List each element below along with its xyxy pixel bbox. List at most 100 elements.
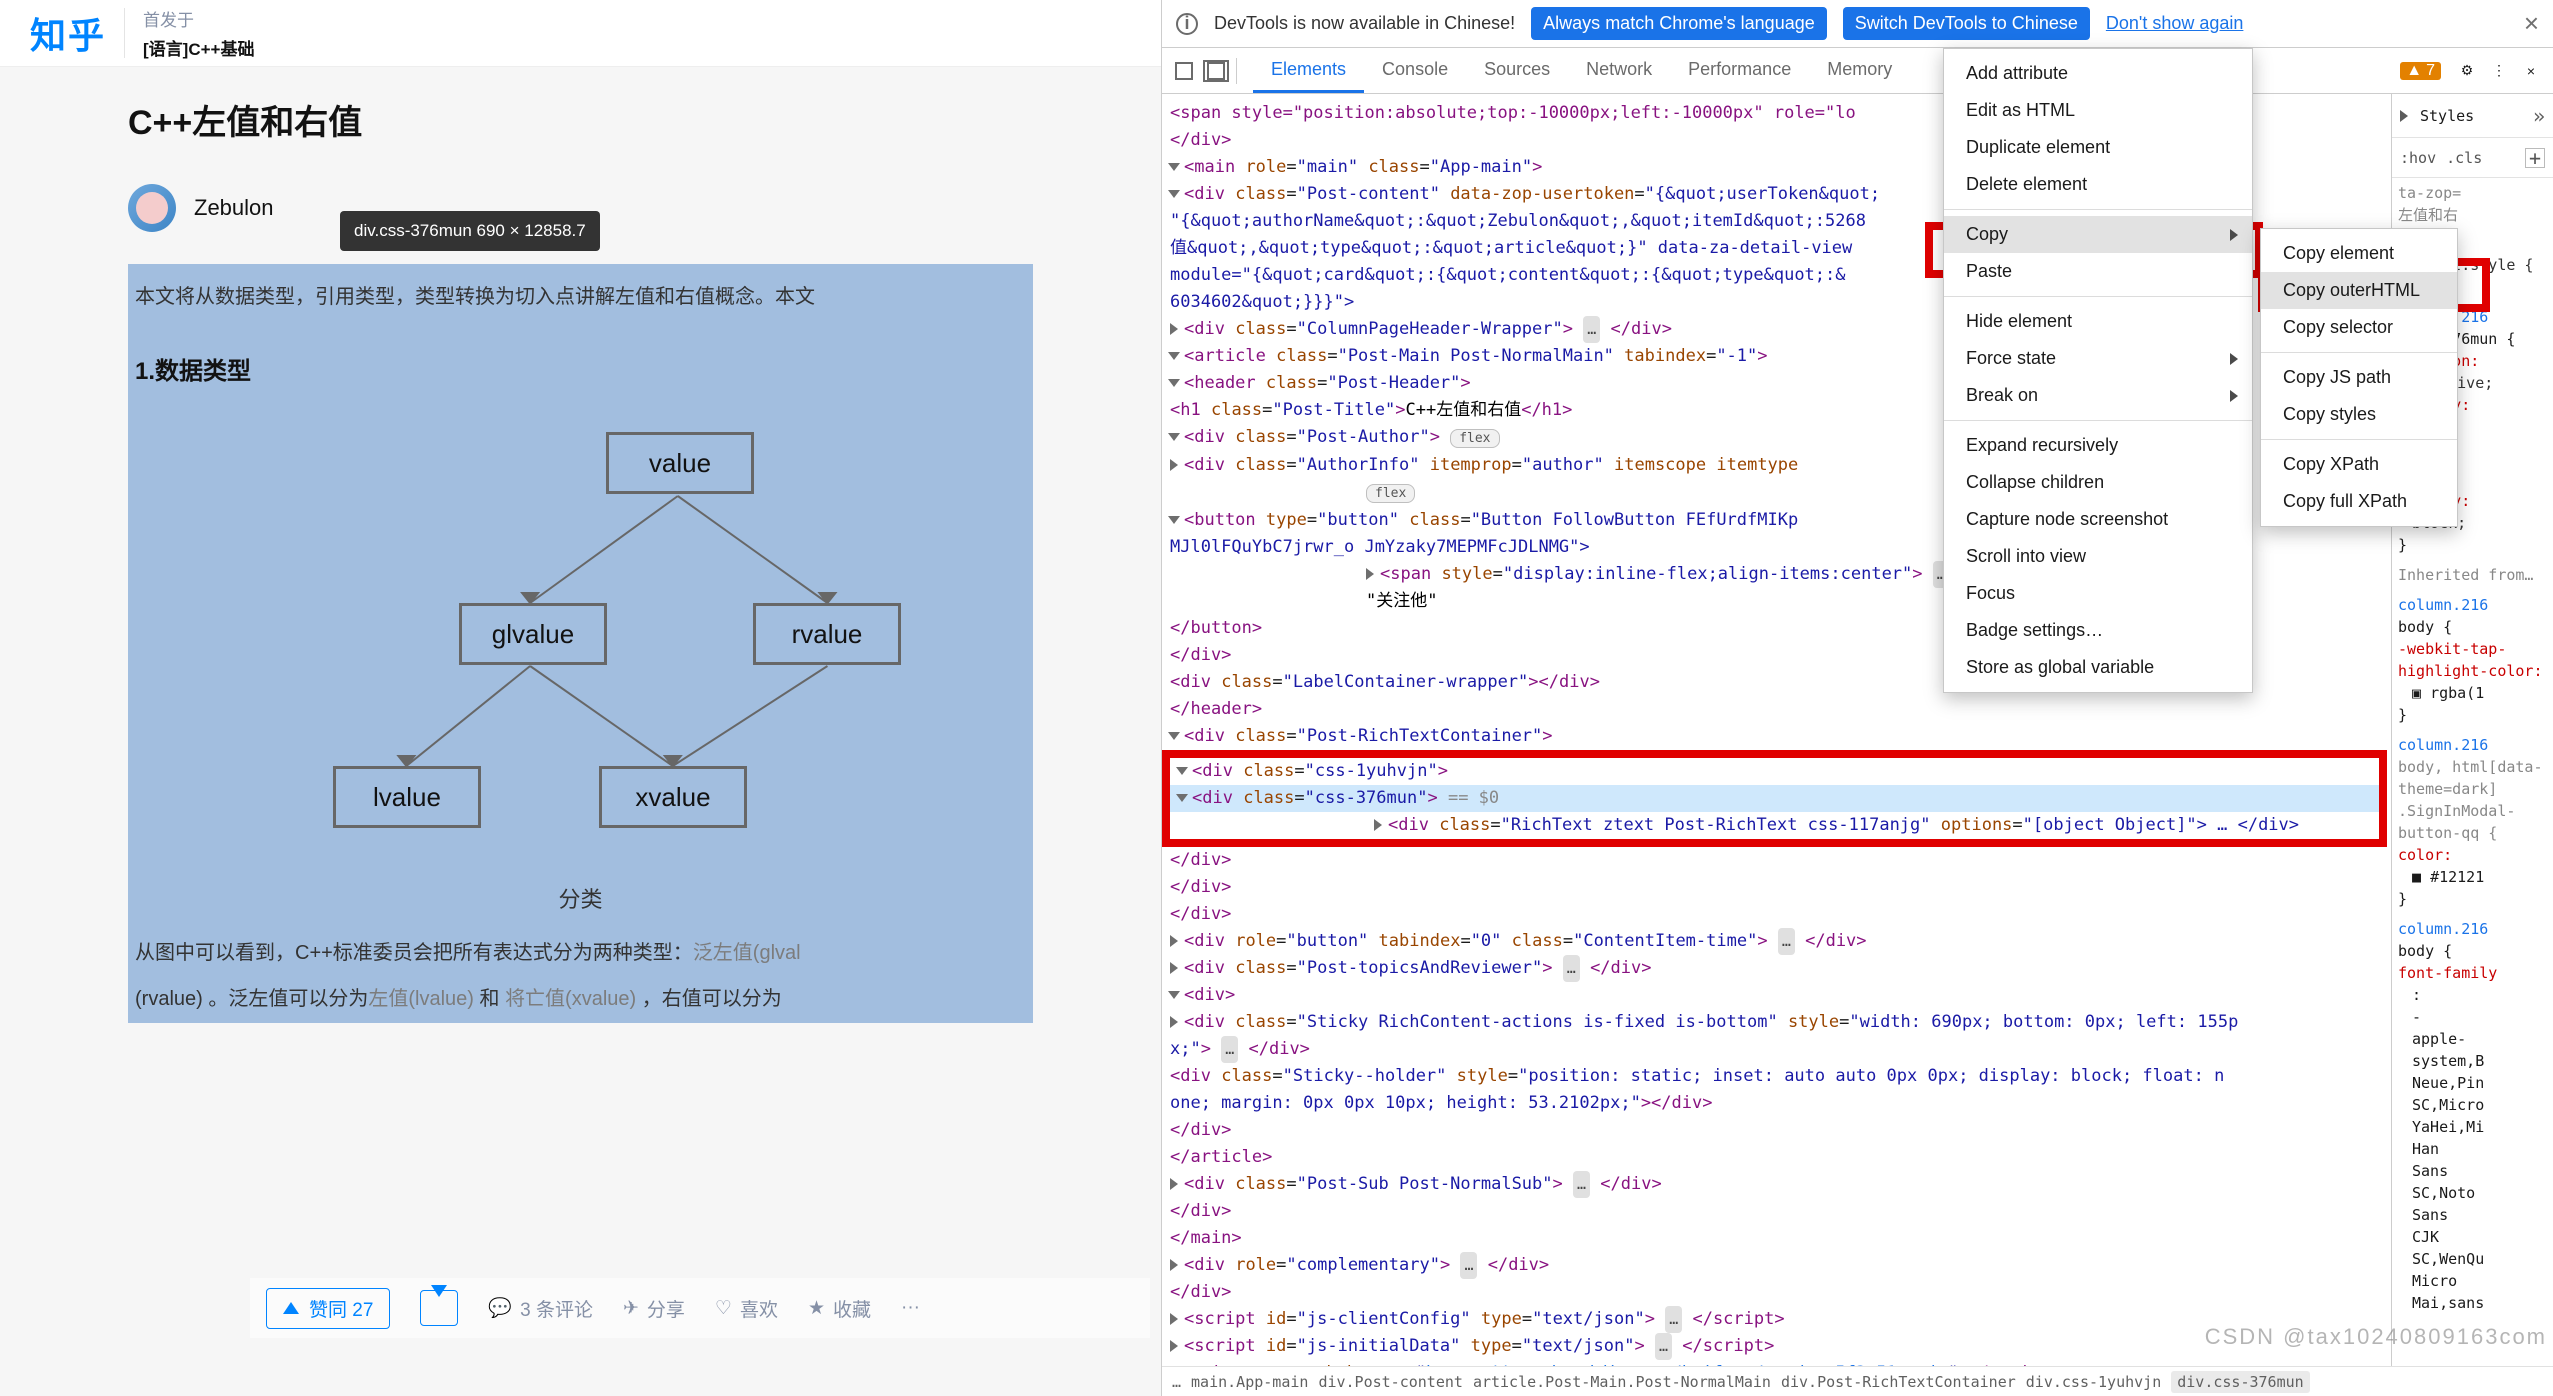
context-menu-copy-sub[interactable]: Copy elementCopy outerHTMLCopy selector C… [2260,228,2458,527]
switch-language-button[interactable]: Switch DevTools to Chinese [1843,7,2090,40]
collect-button[interactable]: ★ 收藏 [808,1295,871,1322]
devtools-toolbar: Elements Console Sources Network Perform… [1162,48,2553,94]
ctx-item[interactable]: Badge settings… [1944,612,2252,649]
column-first-label: 首发于 [143,6,254,31]
text: (rvalue) 。泛左值可以分为 [135,988,368,1010]
ctx-item[interactable]: Break on [1944,377,2252,414]
paragraph: 本文将从数据类型，引用类型，类型转换为切入点讲解左值和右值概念。本文 [129,271,1032,347]
tab-network[interactable]: Network [1568,49,1670,93]
article: C++左值和右值 Zebulon div.css-376mun 690 × 12… [128,95,1033,1023]
close-devtools-icon[interactable]: × [2519,59,2543,83]
heart-icon: ♡ [715,1297,732,1320]
ctx-item[interactable]: Copy full XPath [2261,483,2457,520]
dom-breadcrumb[interactable]: … main.App-main div.Post-content article… [1162,1366,2553,1396]
styles-more-icon[interactable]: » [2533,105,2545,127]
chevron-icon[interactable] [2400,110,2408,122]
selected-content-area: 本文将从数据类型，引用类型，类型转换为切入点讲解左值和右值概念。本文 1.数据类… [128,264,1033,1023]
more-button[interactable]: ··· [901,1297,920,1319]
tab-console[interactable]: Console [1364,49,1466,93]
ctx-item[interactable]: Delete element [1944,166,2252,203]
ctx-item[interactable]: Copy outerHTML [2261,272,2457,309]
text-dim: 泛左值(glval [693,942,801,964]
text: 从图中可以看到，C++标准委员会把所有表达式分为两种类型： [135,942,693,964]
ctx-item[interactable]: Copy styles [2261,396,2457,433]
ctx-item[interactable]: Store as global variable [1944,649,2252,686]
inspect-icon[interactable] [1172,59,1196,83]
upvote-icon [283,1302,299,1314]
downvote-icon [431,1285,447,1318]
page-header: 知乎 首发于 [语言]C++基础 [0,0,1161,67]
ctx-item[interactable]: Scroll into view [1944,538,2252,575]
selected-dom-node[interactable]: <div class="css-376mun"> == $0 [1170,785,2379,812]
infobar-msg: DevTools is now available in Chinese! [1214,13,1515,34]
ctx-item[interactable]: Capture node screenshot [1944,501,2252,538]
star-icon: ★ [808,1297,825,1320]
collect-label: 收藏 [833,1295,871,1322]
text-dim: 左值(lvalue) [368,988,474,1010]
heading-2: 1.数据类型 [129,347,1032,396]
diagram-node-xvalue: xvalue [599,766,747,828]
context-menu-main[interactable]: Add attributeEdit as HTMLDuplicate eleme… [1943,48,2253,693]
diagram-node-rvalue: rvalue [753,603,901,665]
dont-show-link[interactable]: Don't show again [2106,13,2244,34]
share-label: 分享 [647,1295,685,1322]
tab-performance[interactable]: Performance [1670,49,1809,93]
action-bar: 赞同 27 💬 3 条评论 ✈ 分享 ♡喜欢 ★ 收藏 ··· [250,1278,1150,1338]
cls-button[interactable]: .cls [2446,147,2482,169]
tab-memory[interactable]: Memory [1809,49,1910,93]
style-text: ta-zop= [2398,182,2547,204]
post-title: C++左值和右值 [128,95,1033,144]
ctx-item[interactable]: Copy [1944,216,2252,253]
devtools-tabs: Elements Console Sources Network Perform… [1253,49,1910,93]
settings-icon[interactable]: ⚙ [2455,59,2479,83]
ctx-item[interactable]: Edit as HTML [1944,92,2252,129]
match-language-button[interactable]: Always match Chrome's language [1531,7,1827,40]
value-category-diagram: value glvalue rvalue lvalue xvalue [129,396,1032,876]
avatar[interactable] [128,184,176,232]
comments-button[interactable]: 💬 3 条评论 [488,1295,593,1322]
ctx-item[interactable]: Add attribute [1944,55,2252,92]
warnings-badge[interactable]: ▲7 [2400,62,2441,80]
ctx-item[interactable]: Force state [1944,340,2252,377]
info-icon: i [1176,13,1198,35]
ctx-item[interactable]: Copy XPath [2261,446,2457,483]
separator [124,8,125,58]
text: ，右值可以分为 [636,988,782,1010]
share-button[interactable]: ✈ 分享 [623,1295,685,1322]
more-icon[interactable]: ⋮ [2487,59,2511,83]
zhihu-page: 知乎 首发于 [语言]C++基础 C++左值和右值 Zebulon div.cs… [0,0,1161,1396]
diagram-caption: 分类 [129,882,1032,914]
diagram-node-glvalue: glvalue [459,603,607,665]
text-dim: 将亡值(xvalue) [505,988,636,1010]
zhihu-logo[interactable]: 知乎 [30,7,106,59]
close-infobar-icon[interactable]: × [2524,8,2539,39]
comment-icon: 💬 [488,1296,512,1320]
diagram-node-lvalue: lvalue [333,766,481,828]
ctx-item[interactable]: Duplicate element [1944,129,2252,166]
ctx-item[interactable]: Copy JS path [2261,359,2457,396]
add-rule-icon[interactable]: + [2525,148,2545,168]
diagram-node-value: value [606,432,754,494]
ctx-item[interactable]: Copy element [2261,235,2457,272]
ctx-item[interactable]: Focus [1944,575,2252,612]
column-name-link[interactable]: [语言]C++基础 [143,35,254,60]
like-button[interactable]: ♡喜欢 [715,1295,778,1322]
upvote-button[interactable]: 赞同 27 [266,1288,390,1329]
devtools-infobar: i DevTools is now available in Chinese! … [1162,0,2553,48]
tab-sources[interactable]: Sources [1466,49,1568,93]
comments-label: 3 条评论 [520,1295,593,1322]
ctx-item[interactable]: Expand recursively [1944,427,2252,464]
styles-tab[interactable]: Styles [2420,105,2474,127]
ctx-item[interactable]: Paste [1944,253,2252,290]
downvote-button[interactable] [420,1290,458,1326]
share-icon: ✈ [623,1297,639,1320]
tab-elements[interactable]: Elements [1253,49,1364,93]
hov-button[interactable]: :hov [2400,147,2436,169]
inspect-tooltip: div.css-376mun 690 × 12858.7 [340,211,600,251]
ctx-item[interactable]: Copy selector [2261,309,2457,346]
devtools-panel: i DevTools is now available in Chinese! … [1161,0,2553,1396]
ctx-item[interactable]: Hide element [1944,303,2252,340]
device-mode-icon[interactable] [1204,59,1228,83]
author-name-link[interactable]: Zebulon [194,195,274,221]
ctx-item[interactable]: Collapse children [1944,464,2252,501]
